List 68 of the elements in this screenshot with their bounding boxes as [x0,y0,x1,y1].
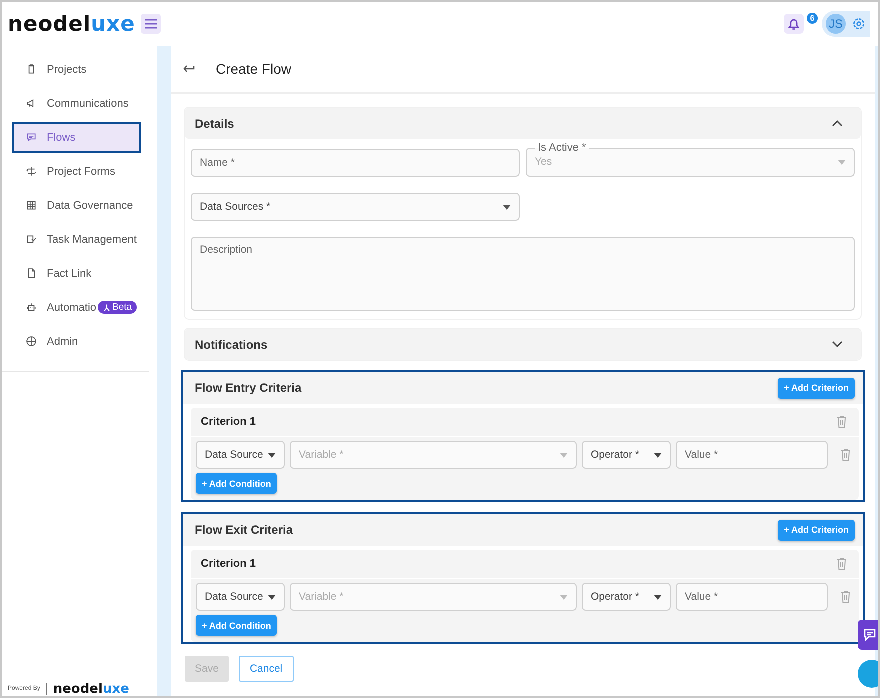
nav-icon [26,336,37,347]
criterion-title: Criterion 1 [201,558,256,570]
nav-label: Data Governance [47,200,134,212]
sidebar-item[interactable]: Fact Link [12,258,141,289]
beta-badge: Beta [98,301,138,314]
notification-count: 6 [807,13,818,24]
sidebar-item[interactable]: Project Forms [12,156,141,187]
caret-icon [268,452,276,458]
caret-icon [268,594,276,600]
sidebar-item[interactable]: Flows [12,122,141,153]
caret-icon [654,594,662,600]
dropdown-field[interactable]: Data Source [196,441,285,469]
chevron-icon[interactable] [832,341,843,348]
notifications-header[interactable]: Notifications [185,329,861,360]
nav-label: Project Forms [47,166,116,178]
nav-icon [26,302,37,313]
menu-icon[interactable] [141,14,162,34]
avatar: JS [826,14,846,34]
criterion-title: Criterion 1 [201,416,256,428]
back-icon[interactable] [183,64,195,74]
nav-icon [26,268,37,279]
dropdown-field[interactable]: Operator * [582,583,671,611]
nav-icon [26,166,37,177]
value-field[interactable]: Value * [676,441,828,469]
bell-icon [787,17,801,31]
sidebar-item[interactable]: Automatio Beta [12,292,141,323]
sidebar-item[interactable]: Projects [12,54,141,85]
sidebar-item[interactable]: Data Governance [12,190,141,221]
section-title: Flow Entry Criteria [195,381,302,395]
chat-tab[interactable] [858,620,878,650]
caret-icon [654,452,662,458]
caret-icon [560,452,568,458]
caret-icon [503,204,511,210]
footer-logo: neodeluxe [53,682,130,696]
name-field[interactable]: Name * [191,149,520,177]
sidebar-item[interactable]: Admin [12,326,141,357]
nav-icon [26,200,37,211]
nav-label: Task Management [47,234,137,246]
settings-icon[interactable] [852,17,866,31]
chevron-icon[interactable] [832,120,843,127]
section-title: Flow Exit Criteria [195,523,294,537]
nav-label: Automatio [47,302,97,314]
dropdown-field[interactable]: Data Sources * [191,193,520,221]
dropdown-field[interactable]: Data Source [196,583,285,611]
chat-icon [864,629,876,641]
caret-icon [838,160,846,164]
sidebar-item[interactable]: Communications [12,88,141,119]
nav-label: Fact Link [47,268,92,280]
cancel-button[interactable]: Cancel [238,656,294,682]
details-header[interactable]: Details [185,108,861,139]
nav-label: Projects [47,64,87,76]
help-button[interactable] [858,660,878,688]
nav-icon [26,132,37,143]
section-title: Details [195,116,234,130]
caret-icon [560,594,568,600]
value-field[interactable]: Value * [676,583,828,611]
section-title: Notifications [195,338,268,352]
nav-icon [26,64,37,75]
nav-icon [26,234,37,245]
dropdown-field[interactable]: Operator * [582,441,671,469]
sidebar-item[interactable]: Task Management [12,224,141,255]
page-title: Create Flow [216,61,292,77]
nav-label: Admin [47,336,78,348]
nav-label: Communications [47,98,129,110]
logo: neodeluxe [8,12,136,36]
description-field[interactable]: Description [191,237,855,311]
notification-button[interactable] [784,14,804,34]
nav-label: Flows [47,132,76,144]
